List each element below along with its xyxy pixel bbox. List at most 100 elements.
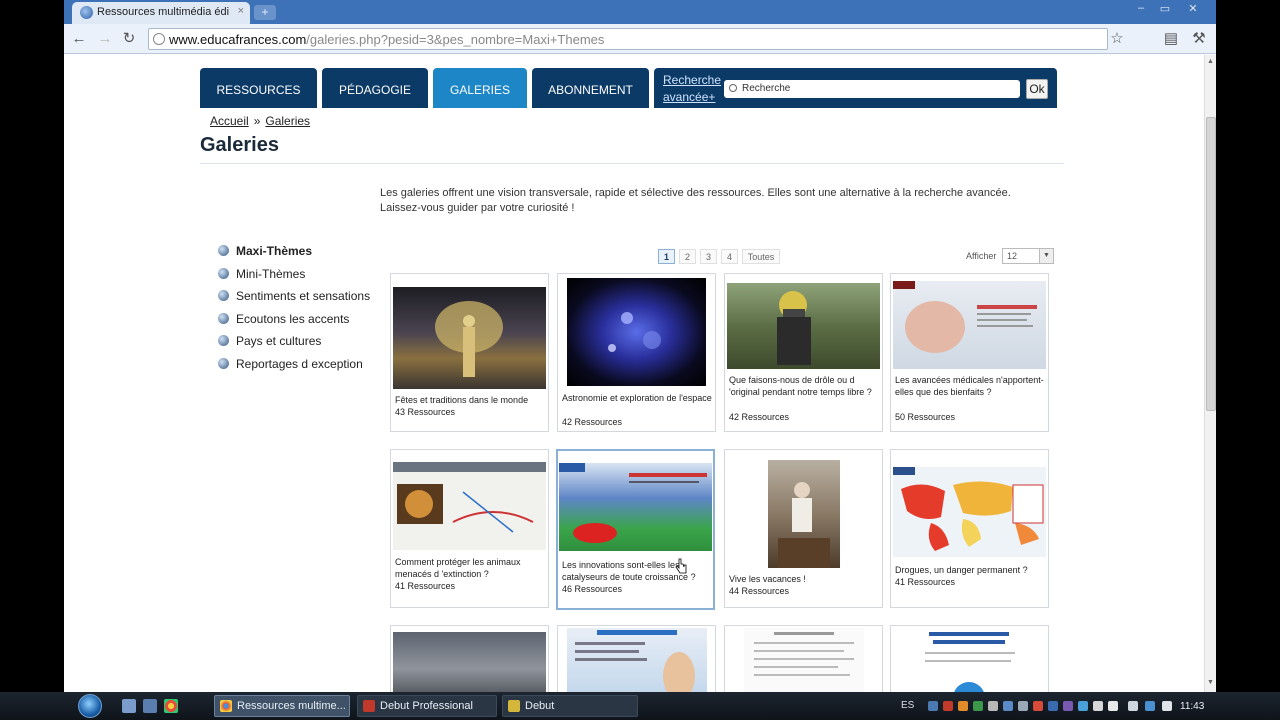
gallery-card-astronomie[interactable]: Astronomie et exploration de l'espace 42… <box>557 273 716 432</box>
gallery-thumbnail <box>393 287 546 389</box>
tray-app-icon[interactable] <box>1093 701 1103 711</box>
menu-item-maxi-themes[interactable]: Maxi-Thèmes <box>216 240 376 263</box>
minimize-button[interactable]: – <box>1130 2 1152 16</box>
gallery-card-row3-1[interactable] <box>390 625 549 692</box>
show-desktop-icon[interactable] <box>122 699 136 713</box>
language-indicator[interactable]: ES <box>901 700 914 711</box>
menu-item-pays-cultures[interactable]: Pays et cultures <box>216 330 376 353</box>
back-button[interactable]: ← <box>70 30 88 48</box>
volume-icon[interactable] <box>1162 701 1172 711</box>
card-count: 41 Ressources <box>395 581 456 591</box>
tray-app-icon[interactable] <box>973 701 983 711</box>
tray-app-icon[interactable] <box>1018 701 1028 711</box>
gallery-card-innovations[interactable]: Les innovations sont-elles les catalyseu… <box>556 449 715 610</box>
gallery-card-vacances[interactable]: Vive les vacances ! 44 Ressources <box>724 449 883 608</box>
tray-arrow-icon[interactable] <box>928 701 938 711</box>
search-area: Recherche avancée+ Recherche Ok <box>654 68 1057 108</box>
scroll-down-icon[interactable]: ▼ <box>1207 679 1214 686</box>
search-input[interactable]: Recherche <box>724 80 1020 98</box>
page-1-link[interactable]: 1 <box>658 249 675 264</box>
gallery-card-row3-4[interactable] <box>890 625 1049 692</box>
reload-button[interactable]: ↻ <box>120 30 138 48</box>
page-4-link[interactable]: 4 <box>721 249 738 264</box>
nav-tab-ressources[interactable]: RESSOURCES <box>200 68 317 108</box>
tab-title: Ressources multimédia édi <box>97 6 230 18</box>
breadcrumb-current-link[interactable]: Galeries <box>265 114 310 128</box>
endangered-animals-image <box>393 462 546 533</box>
wrench-menu-button[interactable]: ⚒ <box>1190 30 1208 48</box>
close-tab-icon[interactable]: × <box>238 5 244 17</box>
card-count: 42 Ressources <box>729 412 790 422</box>
gallery-card-fetes[interactable]: Fêtes et traditions dans le monde 43 Res… <box>390 273 549 432</box>
card-title: Que faisons-nous de drôle ou d 'original… <box>729 375 872 397</box>
gallery-card-row3-3[interactable] <box>724 625 883 692</box>
page-2-link[interactable]: 2 <box>679 249 696 264</box>
gallery-card-temps-libre[interactable]: Que faisons-nous de drôle ou d 'original… <box>724 273 883 432</box>
breadcrumb: Accueil » Galeries <box>210 114 310 128</box>
chrome-quicklaunch-icon[interactable] <box>164 699 178 713</box>
card-count: 50 Ressources <box>895 412 956 422</box>
tray-app-icon[interactable] <box>958 701 968 711</box>
scroll-up-icon[interactable]: ▲ <box>1207 58 1214 65</box>
bullet-icon <box>218 357 229 369</box>
taskbar-button-label: Ressources multime... <box>237 700 346 712</box>
nav-tab-pedagogie[interactable]: PÉDAGOGIE <box>322 68 428 108</box>
folder-icon <box>508 700 520 712</box>
gallery-thumbnail <box>914 628 1025 692</box>
show-count-select[interactable]: 12 ▼ <box>1002 248 1054 264</box>
tray-app-icon[interactable] <box>1078 701 1088 711</box>
nav-tab-abonnement[interactable]: ABONNEMENT <box>532 68 649 108</box>
taskbar-button-debut-pro[interactable]: Debut Professional <box>357 695 497 717</box>
tray-app-icon[interactable] <box>1063 701 1073 711</box>
address-bar[interactable]: www.educafrances.com/galeries.php?pesid=… <box>148 28 1108 50</box>
scrollbar-thumb[interactable] <box>1206 117 1216 411</box>
menu-item-mini-themes[interactable]: Mini-Thèmes <box>216 263 376 286</box>
page-scrollbar[interactable]: ▲ ▼ <box>1204 55 1216 692</box>
gallery-thumbnail <box>893 467 1046 557</box>
gallery-card-row3-2[interactable] <box>557 625 716 692</box>
innovation-car-image <box>559 463 707 543</box>
gallery-card-medicales[interactable]: Les avancées médicales n'apportent-elles… <box>890 273 1049 432</box>
tray-app-icon[interactable] <box>988 701 998 711</box>
tray-app-icon[interactable] <box>1033 701 1043 711</box>
tray-app-icon[interactable] <box>1108 701 1118 711</box>
page-info-icon[interactable] <box>153 33 165 45</box>
bookmark-star-icon[interactable]: ☆ <box>1108 30 1126 48</box>
all-pages-link[interactable]: Toutes <box>742 249 780 264</box>
bullet-icon <box>218 335 229 346</box>
page-menu-button[interactable]: ▤ <box>1162 30 1180 48</box>
tray-app-icon[interactable] <box>943 701 953 711</box>
breadcrumb-home-link[interactable]: Accueil <box>210 114 249 128</box>
switch-windows-icon[interactable] <box>143 699 157 713</box>
tray-app-icon[interactable] <box>1048 701 1058 711</box>
taskbar-clock[interactable]: 11:43 <box>1180 701 1204 712</box>
menu-item-reportages[interactable]: Reportages d exception <box>216 353 376 376</box>
new-tab-button[interactable]: + <box>254 5 276 20</box>
gallery-thumbnail <box>566 628 707 692</box>
card-count: 44 Ressources <box>729 586 790 596</box>
card-title: Astronomie et exploration de l'espace <box>562 393 712 403</box>
search-ok-button[interactable]: Ok <box>1026 79 1048 99</box>
gallery-card-drogues[interactable]: Drogues, un danger permanent ? 41 Ressou… <box>890 449 1049 608</box>
page-3-link[interactable]: 3 <box>700 249 717 264</box>
menu-item-accents[interactable]: Ecoutons les accents <box>216 308 376 331</box>
close-window-button[interactable]: ✕ <box>1182 2 1204 16</box>
menu-item-sentiments[interactable]: Sentiments et sensations <box>216 285 376 308</box>
taskbar-button-debut[interactable]: Debut <box>502 695 638 717</box>
maximize-button[interactable]: ▭ <box>1154 2 1176 16</box>
tray-app-icon[interactable] <box>1003 701 1013 711</box>
advanced-search-link[interactable]: Recherche avancée+ <box>663 72 723 106</box>
forward-button[interactable]: → <box>96 30 114 48</box>
gallery-thumbnail <box>743 628 864 692</box>
monitor-icon[interactable] <box>1145 701 1155 711</box>
nav-tab-galeries[interactable]: GALERIES <box>433 68 527 108</box>
taskbar-button-browser[interactable]: Ressources multime... <box>214 695 350 717</box>
newborn-baby-image <box>893 281 1037 353</box>
gallery-card-animaux[interactable]: Comment protéger les animaux menacés d '… <box>390 449 549 608</box>
browser-tab-active[interactable]: Ressources multimédia édi × <box>72 2 250 24</box>
search-icon <box>729 84 737 92</box>
menu-item-label: Sentiments et sensations <box>236 289 371 303</box>
network-icon[interactable] <box>1128 701 1138 711</box>
start-button[interactable] <box>72 694 108 718</box>
taskbar-button-label: Debut Professional <box>380 700 473 712</box>
